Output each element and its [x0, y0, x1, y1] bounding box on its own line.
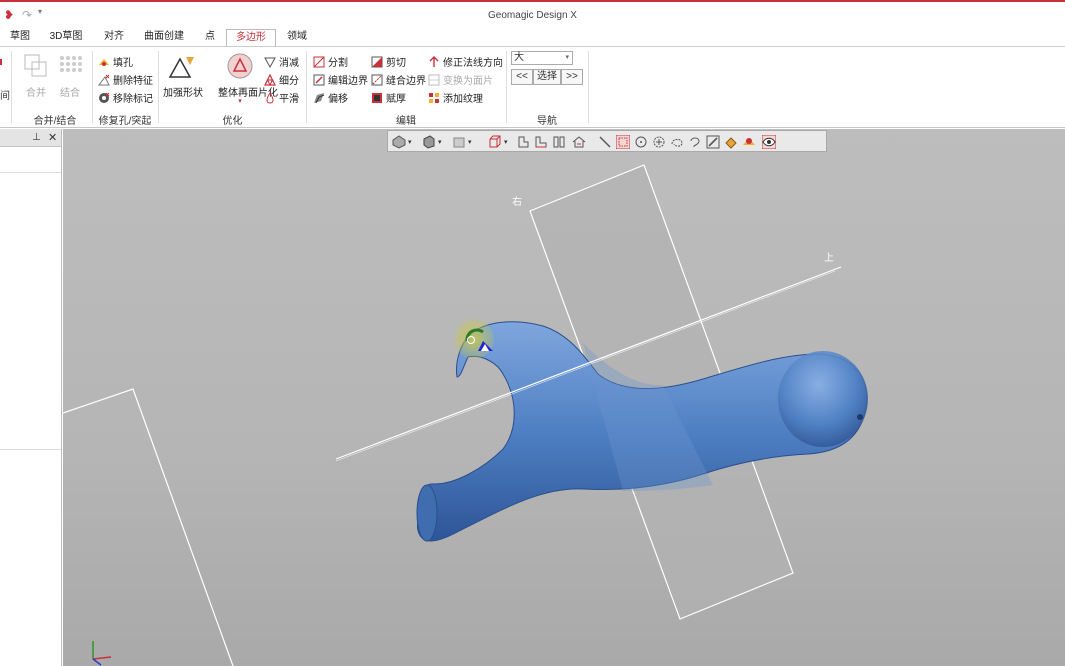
tab-polygon[interactable]: 多边形 — [226, 29, 276, 46]
thicken-button[interactable]: 赋厚 — [371, 90, 406, 105]
lasso-select-icon[interactable] — [688, 135, 702, 149]
title-bar: ❥ ↷ ▾ Geomagic Design X — [0, 0, 1065, 29]
select-button[interactable]: 选择 — [533, 69, 561, 85]
offset-button[interactable]: 偏移 — [313, 90, 348, 105]
mesh-vent-hole — [857, 414, 863, 420]
chevron-down-icon[interactable]: ▾ — [468, 138, 472, 146]
freeform-select-icon[interactable] — [670, 135, 684, 149]
nav-group-label: 导航 — [537, 116, 557, 127]
display-mode-icon[interactable] — [452, 135, 466, 149]
convert-to-surface-button[interactable]: 变换为面片 — [428, 72, 493, 87]
fix-normal-button[interactable]: 修正法线方向 — [428, 54, 503, 69]
mirror-view-icon[interactable] — [552, 135, 566, 149]
merge-group-label: 合并/结合 — [33, 116, 77, 127]
remove-marker-icon — [98, 92, 110, 104]
merge-button[interactable]: 合并 — [22, 53, 50, 99]
chevron-down-icon[interactable]: ▾ — [408, 138, 412, 146]
optimize-group-label: 优化 — [222, 116, 243, 127]
decimate-button[interactable]: 消减 — [264, 54, 299, 69]
3d-viewport[interactable]: 右 上 ▾ ▾ ▾ ▾ — [63, 129, 1065, 666]
selection-size-select[interactable]: 大 ▾ — [511, 51, 573, 65]
split-icon — [313, 56, 325, 68]
line-select-icon[interactable] — [598, 135, 612, 149]
delete-feature-button[interactable]: 删除特征 — [98, 72, 153, 87]
previous-selection-button[interactable]: << — [511, 69, 533, 85]
left-panel: ⊥ ✕ — [0, 129, 62, 666]
plane-label-top: 上 — [824, 253, 834, 264]
next-selection-button[interactable]: >> — [561, 69, 583, 85]
add-texture-button[interactable]: 添加纹理 — [428, 90, 483, 105]
combine-button[interactable]: 结合 — [56, 53, 84, 99]
paint-select-icon[interactable] — [724, 135, 738, 149]
combine-icon — [60, 56, 82, 72]
left-plane-outline — [63, 388, 234, 666]
chevron-down-icon: ▾ — [565, 54, 569, 61]
render-mode-icon[interactable] — [422, 135, 436, 149]
tab-surface-create[interactable]: 曲面创建 — [140, 29, 188, 46]
section-view-icon[interactable] — [516, 135, 530, 149]
edit-group-label: 编辑 — [396, 116, 416, 127]
view-orientation-icon[interactable] — [392, 135, 406, 149]
stitch-boundary-icon — [371, 74, 383, 86]
thicken-icon — [371, 92, 383, 104]
circle-select-2-icon[interactable] — [652, 135, 666, 149]
decimate-icon — [264, 56, 276, 68]
view-cube-icon[interactable] — [488, 135, 502, 149]
add-texture-icon — [428, 92, 440, 104]
chevron-down-icon[interactable]: ▾ — [504, 138, 508, 146]
smooth-button[interactable]: 平滑 — [264, 90, 299, 105]
add-shape-icon — [168, 57, 194, 78]
add-shape-button[interactable]: 加强形状 — [163, 53, 203, 99]
brush-select-icon[interactable] — [706, 135, 720, 149]
circle-select-icon[interactable] — [634, 135, 648, 149]
tab-point[interactable]: 点 — [196, 29, 224, 46]
remove-marker-button[interactable]: 移除标记 — [98, 90, 153, 105]
close-icon[interactable]: ✕ — [48, 131, 57, 144]
global-remesh-dropdown-icon[interactable]: ▾ — [218, 98, 262, 105]
axis-triad-icon — [92, 641, 112, 666]
app-title: Geomagic Design X — [488, 10, 577, 21]
partial-tool-icon — [0, 59, 6, 65]
global-remesh-icon — [227, 53, 253, 79]
partial-button-label: 间 — [0, 91, 10, 102]
section-view-2-icon[interactable] — [534, 135, 548, 149]
view-toolbar: ▾ ▾ ▾ ▾ — [387, 130, 827, 152]
merge-icon — [24, 54, 47, 77]
split-button[interactable]: 分割 — [313, 54, 348, 69]
tab-3d-sketch[interactable]: 3D草图 — [44, 29, 88, 46]
trim-icon — [371, 56, 383, 68]
scene-canvas — [63, 164, 868, 666]
mesh-end-cap — [416, 484, 438, 542]
tab-region[interactable]: 领域 — [280, 29, 314, 46]
global-remesh-button[interactable]: 整体再面片化 ▾ — [218, 51, 278, 105]
extend-select-icon[interactable] — [742, 135, 756, 149]
convert-to-surface-icon — [428, 74, 440, 86]
subdivide-icon — [264, 73, 276, 86]
rectangle-select-icon[interactable] — [616, 135, 630, 149]
tab-sketch[interactable]: 草图 — [2, 29, 38, 46]
edit-boundary-icon — [313, 74, 325, 86]
pin-icon[interactable]: ⊥ — [32, 132, 41, 143]
fix-normal-icon — [428, 55, 440, 68]
repair-group-label: 修复孔/突起 — [98, 116, 152, 127]
tab-align[interactable]: 对齐 — [96, 29, 132, 46]
mesh-bulb-shading — [778, 351, 868, 447]
fill-hole-button[interactable]: 填孔 — [98, 54, 133, 69]
delete-feature-icon — [98, 74, 110, 86]
offset-icon — [313, 92, 325, 104]
fill-hole-icon — [98, 56, 110, 68]
plane-label-right: 右 — [512, 197, 522, 208]
subdivide-button[interactable]: 细分 — [264, 72, 299, 87]
edit-boundary-button[interactable]: 编辑边界 — [313, 72, 368, 87]
home-view-icon[interactable] — [572, 135, 586, 149]
chevron-down-icon[interactable]: ▾ — [438, 138, 442, 146]
visibility-icon[interactable] — [762, 135, 776, 149]
smooth-icon — [264, 91, 276, 104]
ribbon-tabs: 草图 3D草图 对齐 曲面创建 点 多边形 领域 — [0, 29, 1065, 46]
trim-button[interactable]: 剪切 — [371, 54, 406, 69]
left-panel-header: ⊥ ✕ — [0, 129, 61, 147]
stitch-boundary-button[interactable]: 缝合边界 — [371, 72, 426, 87]
